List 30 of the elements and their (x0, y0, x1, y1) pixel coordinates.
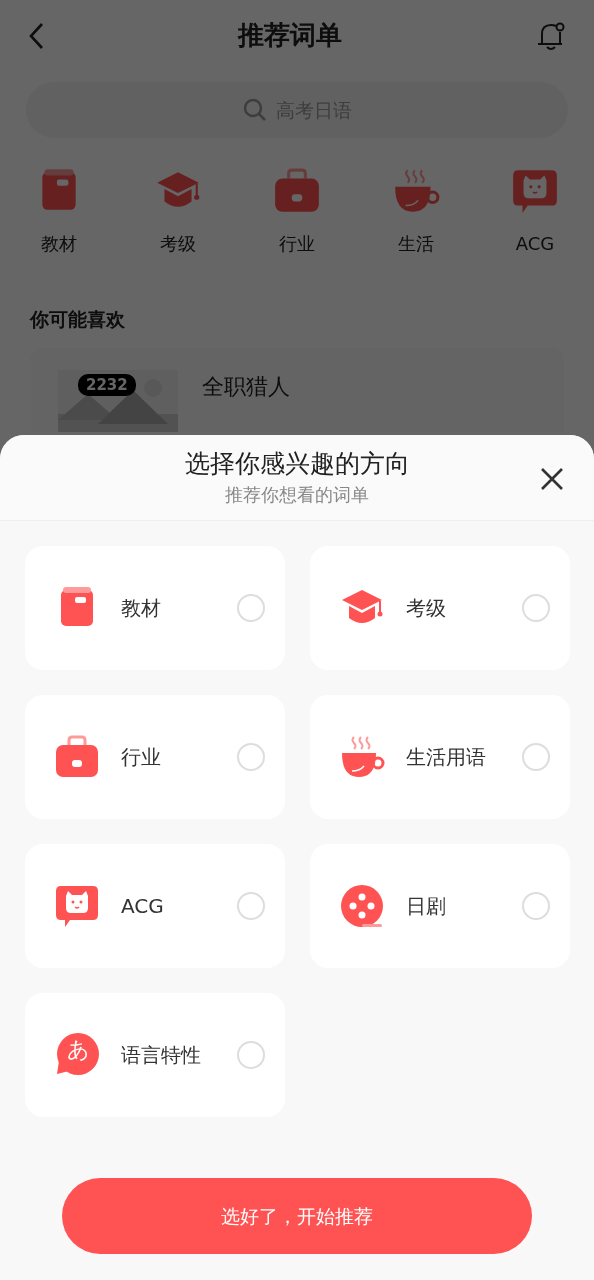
back-icon[interactable] (28, 22, 44, 50)
section-title: 你可能喜欢 (30, 307, 126, 332)
radio-button[interactable] (522, 743, 550, 771)
category-item[interactable]: 考级 (137, 166, 219, 257)
radio-button[interactable] (522, 892, 550, 920)
category-item[interactable]: 生活 (375, 166, 457, 257)
radio-button[interactable] (237, 1041, 265, 1069)
interest-option[interactable]: 考级 (310, 546, 570, 670)
featured-title: 全职猎人 (202, 372, 290, 401)
confirm-button[interactable]: 选好了，开始推荐 (62, 1178, 532, 1254)
interest-option[interactable]: 生活用语 (310, 695, 570, 819)
sheet-subtitle: 推荐你想看的词单 (224, 483, 370, 507)
film-reel-icon (338, 882, 386, 930)
radio-button[interactable] (237, 594, 265, 622)
radio-button[interactable] (237, 743, 265, 771)
category-item[interactable]: 教材 (18, 166, 100, 257)
page-title: 推荐词单 (238, 20, 342, 52)
interest-option[interactable]: 日剧 (310, 844, 570, 968)
radio-button[interactable] (522, 594, 550, 622)
interest-option[interactable]: 教材 (25, 546, 285, 670)
speech-glyph: あ (67, 1036, 90, 1064)
interest-option[interactable]: ACG (25, 844, 285, 968)
sheet-title: 选择你感兴趣的方向 (183, 449, 411, 479)
category-item[interactable]: ACG (494, 166, 576, 257)
radio-button[interactable] (237, 892, 265, 920)
category-item[interactable]: 行业 (256, 166, 338, 257)
bell-icon[interactable] (536, 20, 566, 52)
interest-option[interactable]: あ 语言特性 (25, 993, 285, 1117)
search-icon (242, 97, 268, 123)
interest-option[interactable]: 行业 (25, 695, 285, 819)
